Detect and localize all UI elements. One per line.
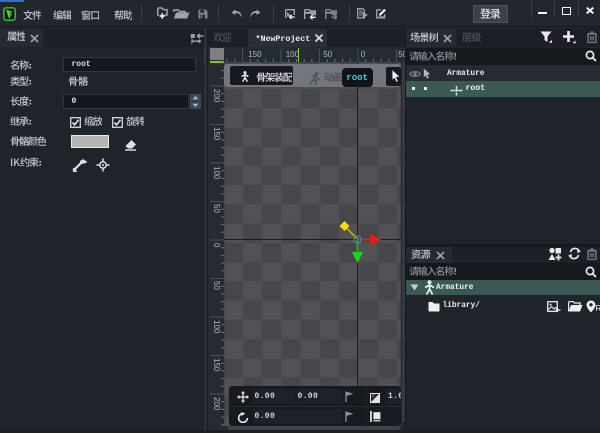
svg-text:R: R (596, 304, 600, 313)
